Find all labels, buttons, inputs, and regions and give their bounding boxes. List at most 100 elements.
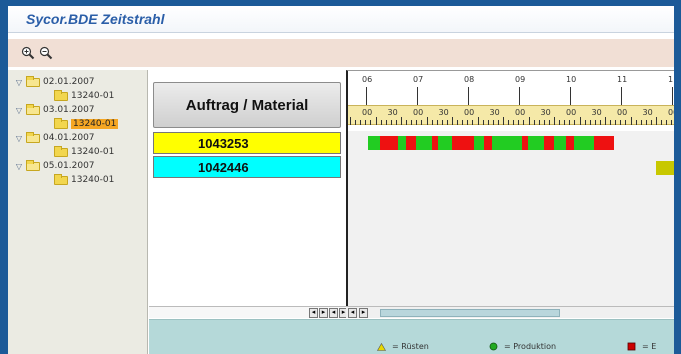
hour-tick [672, 87, 673, 105]
tree-order-node[interactable]: 13240-01 [54, 145, 114, 158]
expand-toggle-icon[interactable]: ▽ [14, 78, 24, 87]
production-bar-segment[interactable] [594, 136, 614, 150]
tree-date-node[interactable]: ▽ 03.01.2007 [14, 103, 95, 116]
tree-date-node[interactable]: ▽ 04.01.2007 [14, 131, 95, 144]
minor-tick [370, 120, 372, 125]
minor-tick [360, 120, 362, 125]
folder-icon [54, 117, 68, 129]
minor-tick [441, 120, 443, 125]
order-row[interactable]: 1043253 [153, 132, 341, 154]
hour-label: 11 [617, 75, 628, 84]
order-scrollbar[interactable]: ◂ ▸ ◂ ▸ [149, 306, 348, 318]
minute-label: 30 [387, 108, 398, 117]
minute-scale: 0030003000300030003000300030 [348, 105, 674, 125]
tree-order-node[interactable]: 13240-01 [54, 117, 119, 130]
production-bar-segment[interactable] [398, 136, 406, 150]
scroll-left-button[interactable]: ◂ [348, 308, 357, 318]
zoom-in-icon[interactable] [20, 45, 36, 61]
minor-tick [645, 120, 647, 125]
minor-tick [411, 120, 413, 125]
minor-tick [640, 120, 642, 125]
tree-date-node[interactable]: ▽ 05.01.2007 [14, 159, 95, 172]
legend-item: = E [627, 342, 656, 351]
minor-tick [559, 120, 561, 125]
tree-node-label: 02.01.2007 [43, 77, 95, 87]
production-bar-segment[interactable] [484, 136, 492, 150]
production-bar-segment[interactable] [528, 136, 544, 150]
scroll-left-button[interactable]: ◂ [309, 308, 318, 318]
title-bar: Sycor.BDE Zeitstrahl [8, 6, 674, 33]
minor-tick [538, 120, 540, 125]
production-bar-segment[interactable] [554, 136, 566, 150]
order-row[interactable]: 1042446 [153, 156, 341, 178]
tree-order-node[interactable]: 13240-01 [54, 173, 115, 186]
production-bar-segment[interactable] [368, 136, 380, 150]
tree-node-label: 05.01.2007 [43, 161, 95, 171]
timeline-scrollbar[interactable]: ◂ ▸ [346, 306, 674, 318]
minute-label: 00 [515, 108, 526, 117]
minor-tick [375, 117, 377, 125]
legend-item: = Rüsten [377, 342, 429, 351]
minor-tick [426, 117, 428, 125]
minor-tick [431, 120, 433, 125]
scroll-left-button[interactable]: ◂ [329, 308, 338, 318]
production-bar-segment[interactable] [406, 136, 416, 150]
folder-icon [26, 131, 40, 143]
production-bar-segment[interactable] [566, 136, 574, 150]
production-bar-segment[interactable] [416, 136, 432, 150]
minor-tick [446, 120, 448, 125]
minute-label: 00 [362, 108, 373, 117]
legend-item: = Produktion [489, 342, 556, 351]
production-bar-segment[interactable] [380, 136, 398, 150]
tree-node-label: 13240-01 [71, 175, 115, 185]
hour-tick [570, 87, 571, 105]
minute-label: 00 [617, 108, 628, 117]
app-window: Sycor.BDE Zeitstrahl ▽ 02.01.2007 13240-01… [8, 6, 674, 354]
minor-tick [528, 117, 530, 125]
production-bar-segment[interactable] [452, 136, 474, 150]
scrollbar-thumb[interactable] [380, 309, 560, 317]
folder-icon [26, 159, 40, 171]
expand-toggle-icon[interactable]: ▽ [14, 106, 24, 115]
production-bar-segment[interactable] [492, 136, 522, 150]
production-bar-segment[interactable] [474, 136, 484, 150]
expand-toggle-icon[interactable]: ▽ [14, 162, 24, 171]
triangle-icon [377, 342, 386, 351]
minor-tick [513, 120, 515, 125]
minor-tick [406, 120, 408, 125]
production-bar-segment[interactable] [544, 136, 554, 150]
hour-tick [366, 87, 367, 105]
legend-label: = Rüsten [392, 342, 429, 351]
production-bar-segment[interactable] [438, 136, 452, 150]
minor-tick [401, 117, 402, 125]
scroll-right-button[interactable]: ▸ [359, 308, 368, 318]
hour-label: 06 [362, 75, 373, 84]
minor-tick [589, 120, 591, 125]
minute-label: 30 [540, 108, 551, 117]
minute-label: 30 [642, 108, 653, 117]
hour-label: 07 [413, 75, 424, 84]
zoom-out-icon[interactable] [38, 45, 54, 61]
status-bar: = Rüsten = Produktion = E [149, 319, 674, 354]
minor-tick [584, 120, 586, 125]
tree-order-node[interactable]: 13240-01 [54, 89, 114, 102]
window-title: Sycor.BDE Zeitstrahl [26, 11, 165, 27]
minute-label: 00 [464, 108, 475, 117]
scroll-right-button[interactable]: ▸ [319, 308, 328, 318]
folder-icon [26, 103, 40, 115]
hour-label: 08 [464, 75, 475, 84]
order-material-header-button[interactable]: Auftrag / Material [153, 82, 341, 128]
minor-tick [569, 120, 571, 125]
hour-label: 09 [515, 75, 526, 84]
toolbar [8, 39, 674, 67]
minor-tick [635, 120, 637, 125]
minor-tick [503, 117, 504, 125]
tree-date-node[interactable]: ▽ 02.01.2007 [14, 75, 95, 88]
minor-tick [605, 117, 606, 125]
production-bar-segment[interactable] [574, 136, 594, 150]
setup-bar-segment[interactable] [656, 161, 674, 175]
minor-tick [436, 120, 438, 125]
timeline-chart[interactable]: 0030003000300030003000300030 06070809101… [346, 70, 674, 310]
minor-tick [487, 120, 489, 125]
expand-toggle-icon[interactable]: ▽ [14, 134, 24, 143]
